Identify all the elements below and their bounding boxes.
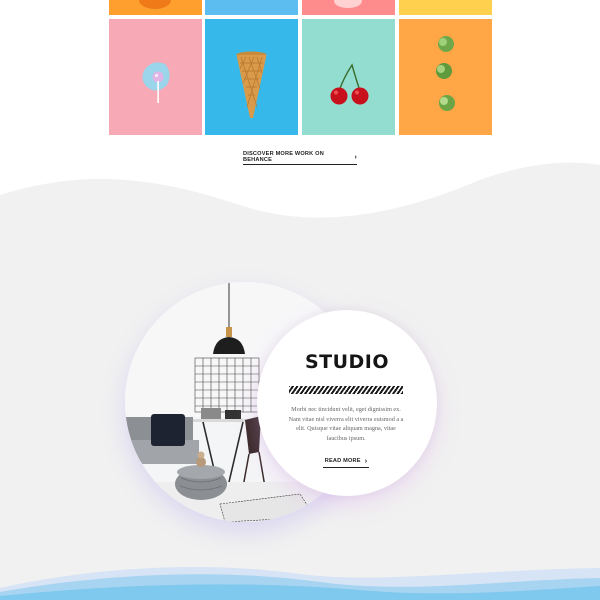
studio-title: STUDIO (304, 351, 390, 373)
chevron-right-icon: › (354, 153, 357, 161)
portfolio-tile-ice-cream-cone[interactable] (205, 19, 298, 135)
portfolio-tile-lollipop[interactable] (109, 19, 202, 135)
read-more-label: READ MORE (324, 458, 361, 464)
studio-card (257, 310, 437, 496)
discover-behance-label: DISCOVER MORE WORK ON BEHANCE (243, 151, 324, 163)
portfolio-tile-top-4[interactable] (399, 0, 492, 15)
striped-divider (289, 386, 403, 394)
portfolio-grid (109, 0, 492, 135)
bottom-wave-decoration (0, 566, 600, 600)
discover-behance-link[interactable]: DISCOVER MORE WORK ON BEHANCE › (243, 150, 357, 165)
studio-description: Morbi nec tincidunt velit, eget dignissi… (288, 406, 404, 442)
portfolio-tile-cherries[interactable] (302, 19, 395, 135)
portfolio-tile-top-3[interactable] (302, 0, 395, 15)
portfolio-tile-top-1[interactable] (109, 0, 202, 15)
portfolio-tile-top-2[interactable] (205, 0, 298, 15)
read-more-button[interactable]: READ MORE › (323, 455, 369, 468)
portfolio-tile-brussels-sprouts[interactable] (399, 19, 492, 135)
chevron-right-icon: › (364, 457, 368, 465)
